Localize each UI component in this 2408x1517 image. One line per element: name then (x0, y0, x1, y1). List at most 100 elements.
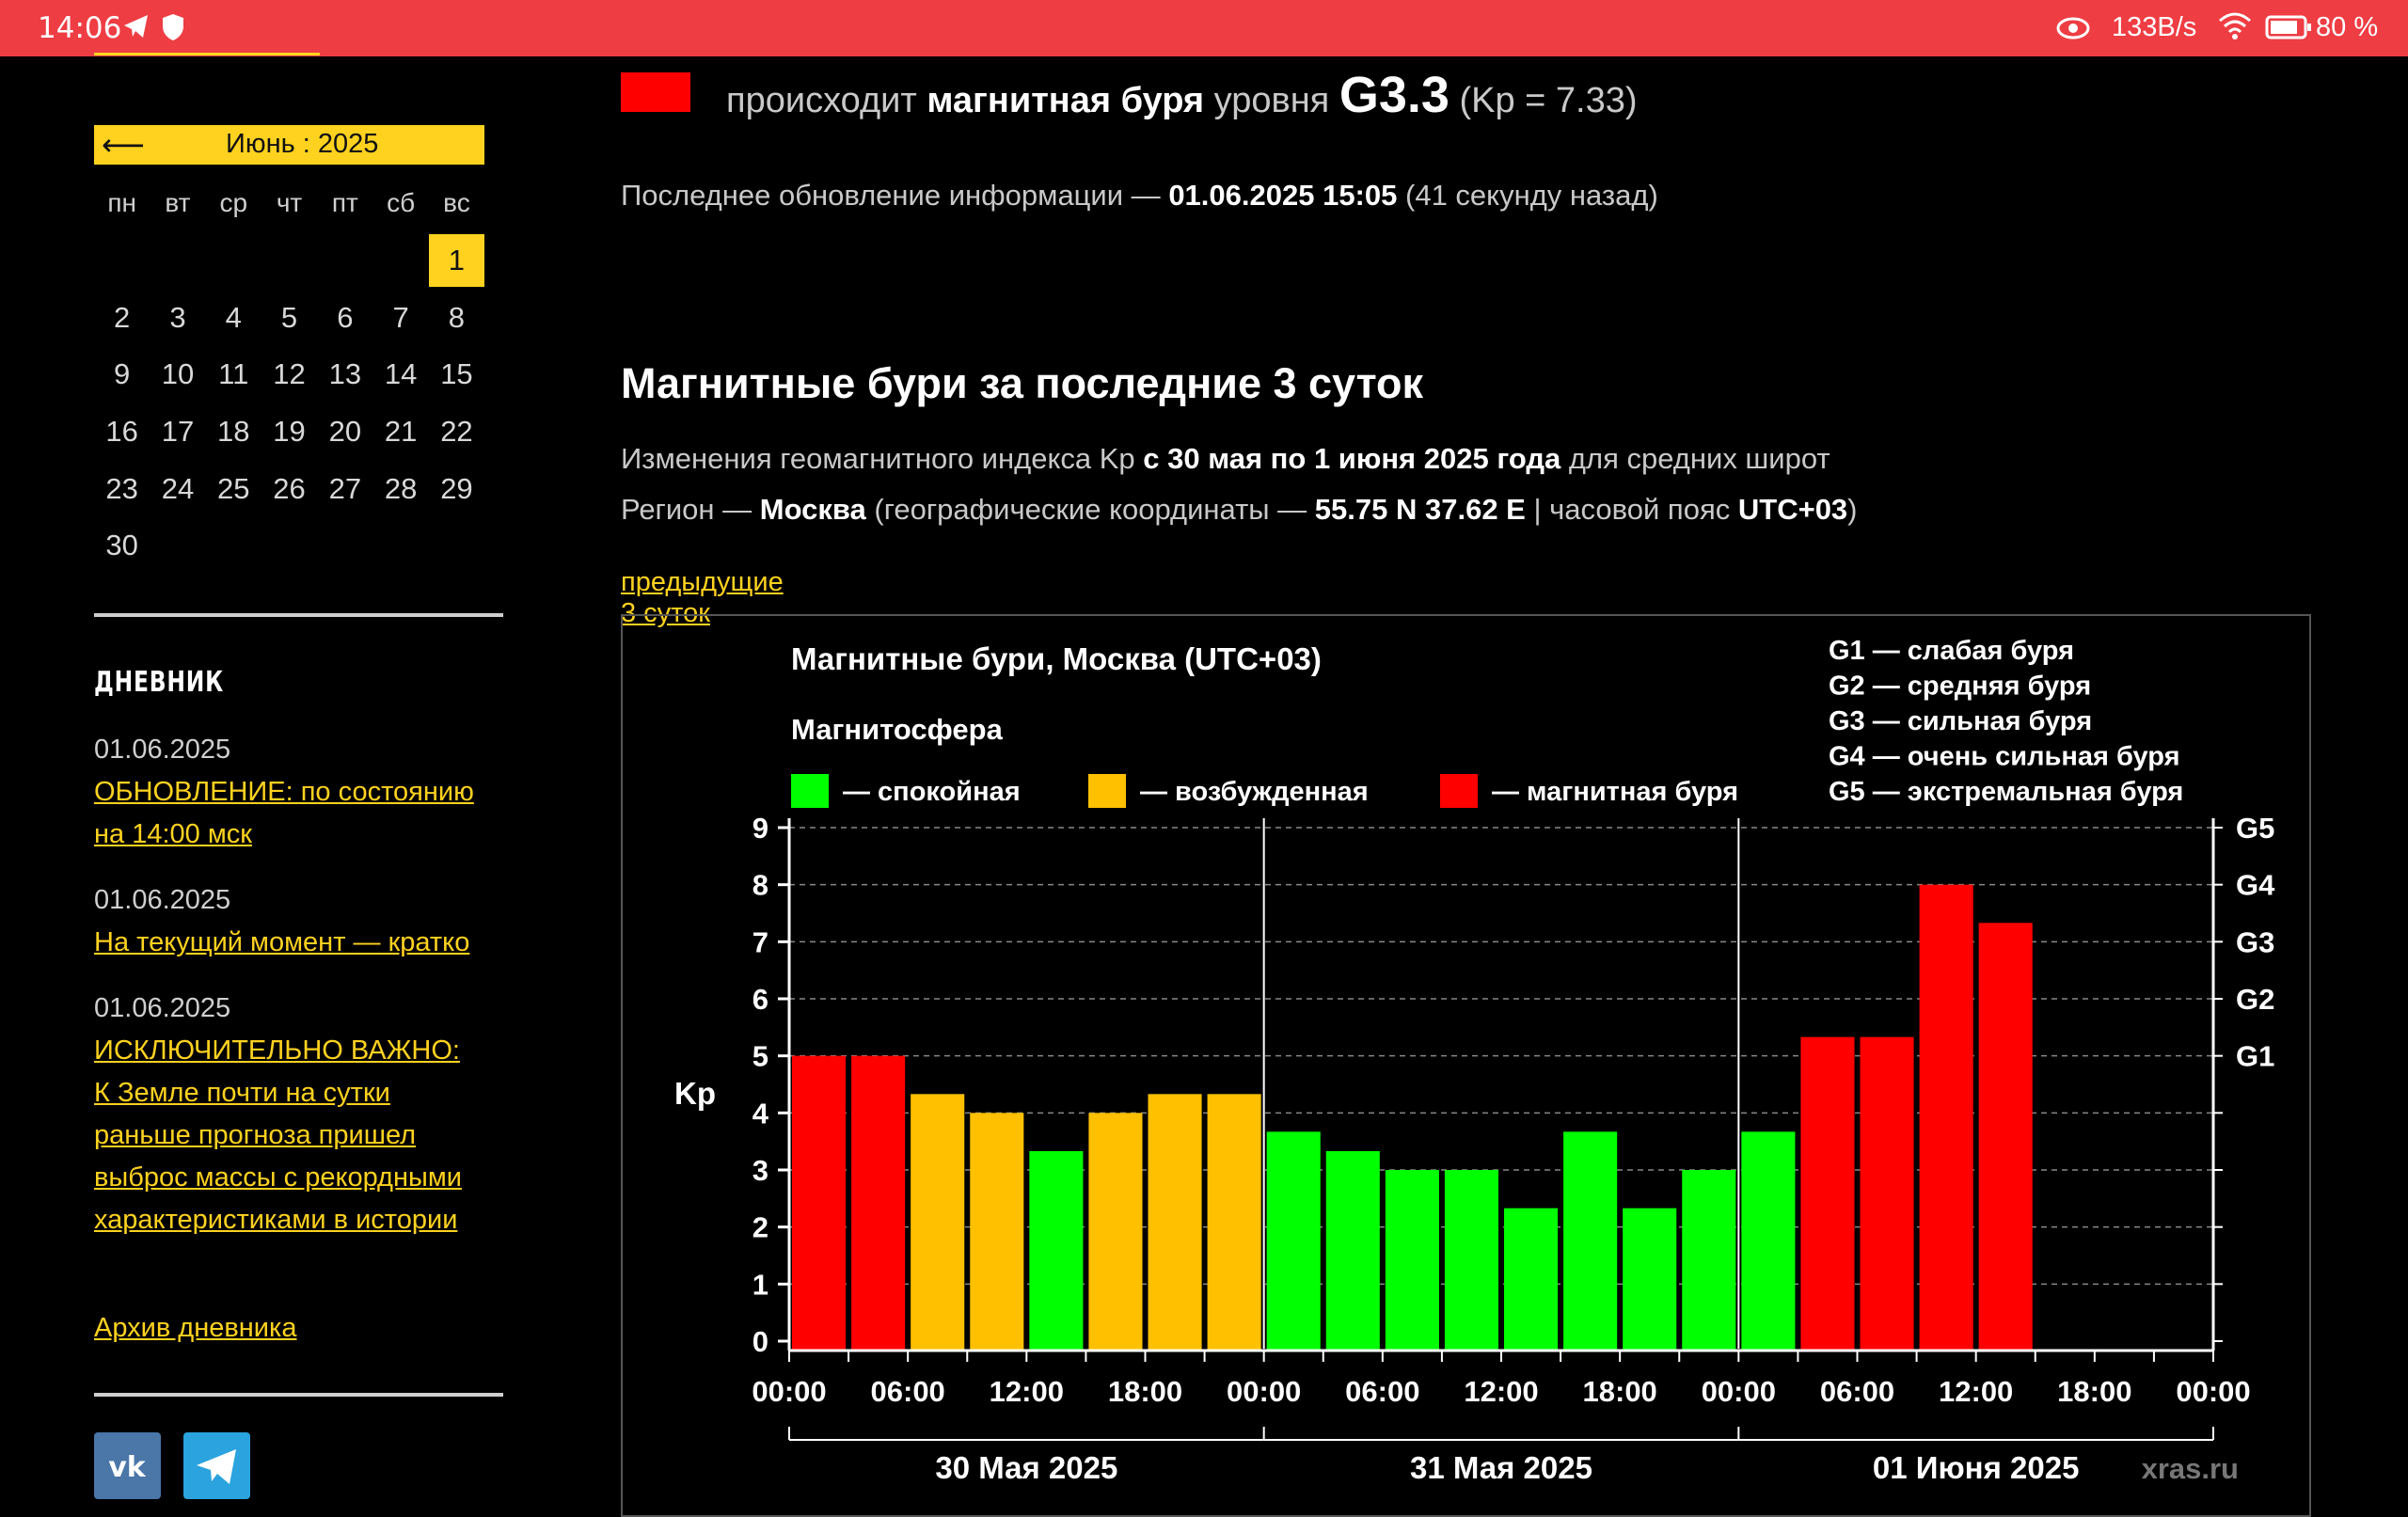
day-label: 30 Мая 2025 (935, 1450, 1117, 1485)
diary-link-line[interactable]: ОБНОВЛЕНИЕ: по состоянию (94, 777, 474, 807)
vk-icon[interactable]: vk (94, 1432, 161, 1499)
calendar-day[interactable]: 5 (261, 289, 317, 346)
g-scale-label: G1 (2236, 1040, 2274, 1073)
telegram-icon[interactable] (183, 1432, 250, 1499)
calendar-day[interactable]: 25 (206, 460, 261, 517)
calendar-day[interactable]: 19 (261, 403, 317, 461)
calendar-day[interactable]: 30 (94, 517, 150, 575)
g-scale-legend-item: G4 — очень сильная буря (1829, 742, 2180, 772)
calendar-day[interactable]: 13 (317, 346, 372, 403)
calendar-day[interactable]: 24 (150, 460, 205, 517)
diary-link-line[interactable]: раньше прогноза пришел (94, 1120, 416, 1150)
calendar-day[interactable]: 1 (428, 233, 485, 288)
calendar-empty-cell (206, 232, 261, 290)
desc-suffix: для средних широт (1568, 442, 1830, 475)
calendar-day[interactable]: 8 (429, 289, 484, 346)
calendar-day[interactable]: 27 (317, 460, 372, 517)
diary-entry-date: 01.06.2025 (94, 885, 231, 915)
diary-entry-link[interactable]: ИСКЛЮЧИТЕЛЬНО ВАЖНО: К Земле почти на су… (94, 1030, 462, 1241)
diary-link-line[interactable]: на 14:00 мск (94, 819, 252, 849)
calendar-day[interactable]: 22 (429, 403, 484, 461)
g-scale-label: G5 (2236, 812, 2274, 845)
calendar-day[interactable]: 16 (94, 403, 150, 461)
calendar-empty-cell (372, 232, 428, 290)
diary-entry: 01.06.2025 ОБНОВЛЕНИЕ: по состоянию на 1… (94, 729, 474, 856)
diary-entry-link[interactable]: На текущий момент — кратко (94, 922, 469, 964)
y-axis-label: Kp (674, 1076, 716, 1111)
calendar-day[interactable]: 12 (261, 346, 317, 403)
calendar-day[interactable]: 26 (261, 460, 317, 517)
calendar-day[interactable]: 15 (429, 346, 484, 403)
calendar-weekday: пн (107, 188, 136, 218)
x-tick-label: 12:00 (1939, 1375, 2013, 1408)
calendar-day[interactable]: 3 (150, 289, 205, 346)
y-tick-label: 4 (752, 1097, 769, 1130)
calendar-day[interactable]: 20 (317, 403, 372, 461)
kp-bar (1860, 1036, 1914, 1351)
calendar-day[interactable]: 21 (372, 403, 428, 461)
calendar-day[interactable]: 10 (150, 346, 205, 403)
calendar-day[interactable]: 14 (372, 346, 428, 403)
calendar-day[interactable]: 7 (372, 289, 428, 346)
x-tick-label: 06:00 (871, 1375, 945, 1408)
kp-bar (1563, 1131, 1618, 1351)
eye-icon (2056, 14, 2090, 48)
diary-link-line[interactable]: выброс массы с рекордными (94, 1162, 462, 1193)
storm-status-color-box (621, 72, 690, 112)
y-tick-label: 9 (752, 812, 768, 845)
battery-percent: 80 % (2316, 12, 2379, 42)
diary-archive-link[interactable]: Архив дневника (94, 1307, 296, 1350)
cut-off-link-underline[interactable] (94, 53, 320, 55)
y-tick-label: 6 (752, 983, 768, 1016)
diary-entry: 01.06.2025 ИСКЛЮЧИТЕЛЬНО ВАЖНО: К Земле … (94, 988, 462, 1241)
calendar-day[interactable]: 11 (206, 346, 261, 403)
kp-bar (792, 1055, 847, 1351)
kp-chart: Магнитные бури, Москва (UTC+03) Магнитосф… (674, 636, 2275, 1485)
kp-bar (1623, 1208, 1677, 1351)
region-prefix: Регион — (621, 493, 752, 526)
diary-link-line[interactable]: характеристиками в истории (94, 1205, 457, 1235)
diary-link-line[interactable]: На текущий момент — кратко (94, 927, 469, 957)
calendar-grid: пн вт ср чт пт сб вс 1 2 3 4 5 6 7 8 9 10 11 12 13 14 15 16 17 1… (94, 175, 485, 575)
kp-bar (1325, 1150, 1380, 1351)
update-datetime: 01.06.2025 15:05 (1168, 179, 1398, 212)
kp-bar (1919, 884, 1973, 1351)
storm-status-line: происходит магнитная буря уровня G3.3 (K… (726, 66, 1638, 124)
x-tick-label: 00:00 (752, 1375, 826, 1408)
x-tick-label: 00:00 (1702, 1375, 1776, 1408)
chart-watermark: xras.ru (2142, 1452, 2239, 1485)
diary-title: ДНЕВНИК (94, 666, 224, 699)
diary-entry-date: 01.06.2025 (94, 735, 231, 765)
calendar-weekday: ср (219, 188, 248, 218)
day-label: 01 Июня 2025 (1873, 1450, 2080, 1485)
update-ago: (41 секунду назад) (1405, 179, 1658, 212)
kp-bar (1266, 1131, 1321, 1351)
kp-bar (911, 1094, 965, 1351)
desc-prefix: Изменения геомагнитного индекса Kp (621, 442, 1135, 475)
calendar-day[interactable]: 29 (429, 460, 484, 517)
calendar-weekday: сб (387, 188, 416, 218)
diary-link-line[interactable]: К Земле почти на сутки (94, 1078, 390, 1108)
calendar-day[interactable]: 2 (94, 289, 150, 346)
region-timezone: UTC+03 (1737, 493, 1848, 526)
kp-bar (1978, 923, 2033, 1351)
svg-text:vk: vk (108, 1451, 147, 1484)
calendar-day[interactable]: 23 (94, 460, 150, 517)
calendar-header: ⟵ Июнь : 2025 (94, 125, 484, 165)
calendar-day[interactable]: 28 (372, 460, 428, 517)
legend-label: — спокойная (843, 777, 1021, 807)
calendar-day[interactable]: 17 (150, 403, 205, 461)
calendar-day[interactable]: 18 (206, 403, 261, 461)
diary-entry-link[interactable]: ОБНОВЛЕНИЕ: по состоянию на 14:00 мск (94, 771, 474, 856)
calendar-day[interactable]: 4 (206, 289, 261, 346)
x-tick-label: 00:00 (1227, 1375, 1301, 1408)
calendar-day[interactable]: 9 (94, 346, 150, 403)
calendar-day[interactable]: 6 (317, 289, 372, 346)
storm-status-middle: уровня (1213, 81, 1330, 120)
kp-bar (1682, 1170, 1736, 1351)
g-scale-label: G4 (2236, 869, 2275, 902)
diary-link-line[interactable]: ИСКЛЮЧИТЕЛЬНО ВАЖНО: (94, 1035, 460, 1066)
previous-month-arrow-icon[interactable]: ⟵ (102, 127, 145, 163)
g-scale-label: G2 (2236, 983, 2274, 1016)
region-description: Регион — Москва (географические координа… (621, 493, 1858, 527)
